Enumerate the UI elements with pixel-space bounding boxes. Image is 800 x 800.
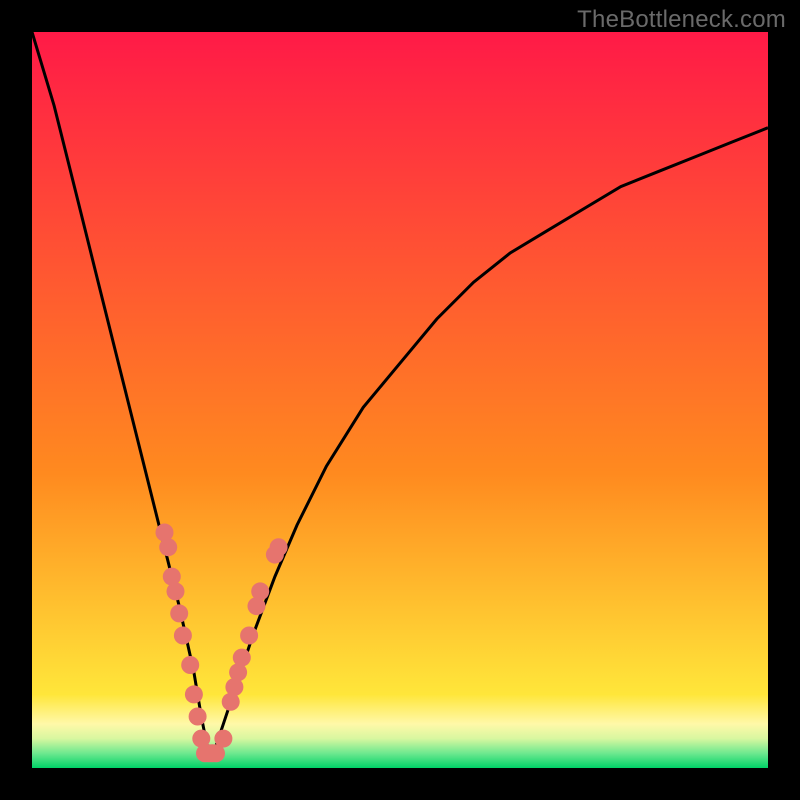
gradient-background — [32, 32, 768, 768]
plot-area — [32, 32, 768, 768]
data-point — [185, 685, 203, 703]
chart-frame: TheBottleneck.com — [0, 0, 800, 800]
data-point — [174, 627, 192, 645]
data-point — [233, 649, 251, 667]
data-point — [270, 538, 288, 556]
data-point — [189, 708, 207, 726]
data-point — [167, 582, 185, 600]
data-point — [240, 627, 258, 645]
data-point — [159, 538, 177, 556]
data-point — [214, 730, 232, 748]
data-point — [170, 604, 188, 622]
data-point — [181, 656, 199, 674]
watermark-text: TheBottleneck.com — [577, 6, 786, 34]
chart-svg — [32, 32, 768, 768]
data-point — [251, 582, 269, 600]
